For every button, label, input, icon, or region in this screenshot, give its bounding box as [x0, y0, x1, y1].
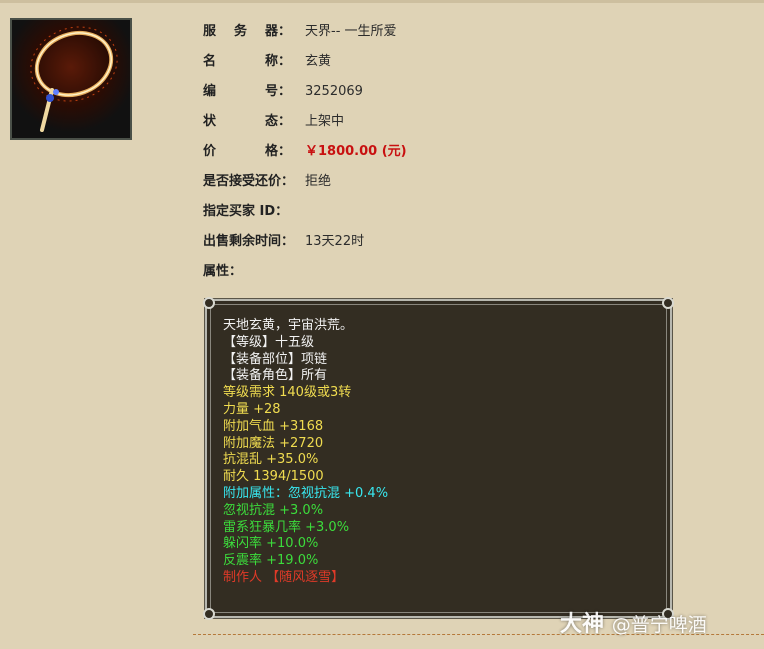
server-value: 天界-- 一生所爱	[305, 24, 397, 39]
item-detail-page: 服 务 器： 天界-- 一生所爱 名 称： 玄黄 编 号： 3252069 状 …	[0, 0, 764, 649]
tooltip-extra-attribute: 附加属性：忽视抗混 +0.4%	[223, 485, 389, 501]
tooltip-stat: 附加气血 +3168	[223, 418, 324, 434]
price-label: 价 格：	[203, 144, 291, 159]
tooltip-stat: 附加魔法 +2720	[223, 435, 324, 451]
item-tooltip: 天地玄黄，宇宙洪荒。 【等级】十五级 【装备部位】项链 【装备角色】所有 等级需…	[203, 297, 674, 620]
tooltip-stat: 抗混乱 +35.0%	[223, 452, 319, 468]
id-label: 编 号：	[203, 84, 291, 99]
tooltip-maker: 制作人 【随风逐雪】	[223, 569, 345, 585]
watermark-handle: @普宁啤酒	[611, 614, 707, 636]
status-value: 上架中	[305, 114, 345, 129]
id-value: 3252069	[305, 84, 363, 99]
tooltip-description: 天地玄黄，宇宙洪荒。	[223, 318, 354, 333]
corner-ornament	[662, 297, 674, 309]
price-value: ￥1800.00 (元)	[305, 144, 407, 159]
tooltip-stat: 力量 +28	[223, 401, 281, 417]
tooltip-role: 【装备角色】所有	[223, 368, 328, 384]
tooltip-special: 忽视抗混 +3.0%	[223, 502, 324, 518]
bargain-label: 是否接受还价：	[203, 174, 295, 189]
necklace-icon	[10, 18, 132, 140]
server-label: 服 务 器：	[203, 24, 291, 39]
corner-ornament	[203, 608, 215, 620]
tooltip-durability: 耐久 1394/1500	[223, 469, 324, 485]
buyer-label: 指定买家 ID：	[203, 204, 289, 219]
name-value: 玄黄	[305, 54, 332, 69]
status-label: 状 态：	[203, 114, 291, 129]
time-left-label: 出售剩余时间：	[203, 234, 295, 249]
time-left-value: 13天22时	[305, 234, 365, 249]
watermark: 大神 @普宁啤酒	[560, 606, 707, 638]
attributes-label: 属性：	[203, 264, 243, 279]
tooltip-special: 反震率 +19.0%	[223, 553, 319, 569]
watermark-brand: 大神	[560, 612, 605, 637]
name-label: 名 称：	[203, 54, 291, 69]
tooltip-lines: 天地玄黄，宇宙洪荒。 【等级】十五级 【装备部位】项链 【装备角色】所有 等级需…	[223, 318, 388, 587]
top-divider	[0, 0, 764, 3]
tooltip-special: 躲闪率 +10.0%	[223, 536, 319, 552]
tooltip-requirement: 等级需求 140级或3转	[223, 385, 352, 401]
tooltip-level: 【等级】十五级	[223, 334, 315, 350]
tooltip-slot: 【装备部位】项链	[223, 351, 328, 367]
bargain-value: 拒绝	[305, 174, 332, 189]
tooltip-special: 雷系狂暴几率 +3.0%	[223, 519, 350, 535]
corner-ornament	[203, 297, 215, 309]
